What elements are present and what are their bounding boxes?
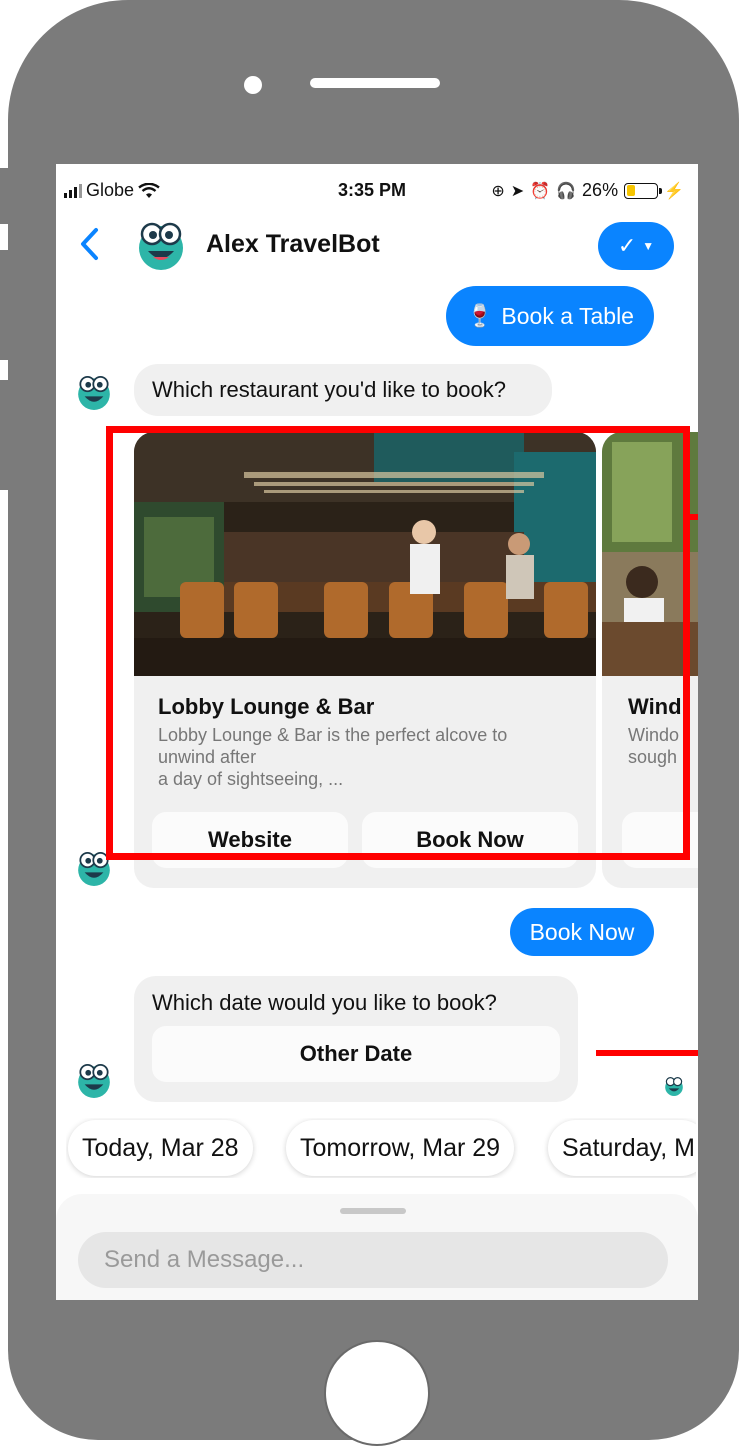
battery-icon (624, 182, 663, 199)
chevron-left-icon (81, 228, 98, 260)
location-icon: ➤ (510, 182, 525, 200)
headphones-icon: 🎧 (556, 182, 577, 200)
bot-avatar-small (78, 1063, 110, 1098)
website-button[interactable]: Website (152, 812, 348, 868)
front-camera (244, 76, 262, 94)
phone-screen: Globe 3:35 PM ⊕ ➤ ⏰ 🎧 26% ⚡ Alex TravelB… (56, 164, 698, 1300)
carrier-name: Globe (86, 180, 135, 200)
quick-replies: Today, Mar 28 Tomorrow, Mar 29 Saturday,… (66, 1118, 696, 1178)
restaurant-description-line-3: a day of sightseeing, ... (158, 769, 344, 789)
restaurant-photo-next (602, 432, 698, 676)
home-button[interactable] (324, 1340, 430, 1446)
status-right-icons: ⊕ ➤ ⏰ 🎧 26% ⚡ (491, 180, 684, 201)
restaurant-description-line-1: Lobby Lounge & Bar is the perfect alcove… (158, 725, 508, 745)
checkmark-menu-button[interactable]: ✓ ▼ (598, 222, 674, 270)
bot-avatar-small (78, 375, 110, 410)
restaurant-card-actions: Website Book Now (152, 812, 578, 868)
message-composer (56, 1194, 698, 1300)
restaurant-name: Lobby Lounge & Bar (158, 694, 375, 719)
earpiece-speaker (310, 78, 440, 88)
chat-header: Alex TravelBot ✓ ▼ (56, 218, 698, 288)
restaurant-card[interactable]: Lobby Lounge & Bar Lobby Lounge & Bar is… (134, 432, 596, 888)
charging-icon: ⚡ (664, 182, 684, 200)
status-bar: Globe 3:35 PM ⊕ ➤ ⏰ 🎧 26% ⚡ (56, 164, 698, 218)
user-message-book-now: Book Now (510, 908, 654, 956)
quick-reply-today[interactable]: Today, Mar 28 (68, 1120, 253, 1176)
carrier-info: Globe (64, 180, 160, 201)
bot-message-which-date: Which date would you like to book? Other… (134, 976, 578, 1102)
bot-avatar (139, 222, 183, 270)
date-question: Which date would you like to book? (152, 990, 497, 1015)
alarm-icon: ⏰ (530, 182, 551, 200)
user-message-text: Book a Table (501, 302, 634, 329)
annotation-pointer-line (690, 514, 698, 520)
restaurant-card-next-body: Wind Windo sough (602, 676, 698, 768)
status-time: 3:35 PM (338, 180, 407, 200)
caret-down-icon: ▼ (642, 239, 655, 253)
restaurant-description-line-2: unwind after (158, 747, 257, 767)
book-now-card-button[interactable]: Book Now (362, 812, 578, 868)
user-message-book-table: 🍷 Book a Table (446, 286, 654, 346)
wine-glass-icon: 🍷 (466, 303, 494, 328)
back-button[interactable] (78, 226, 100, 272)
chat-title: Alex TravelBot (206, 230, 380, 258)
side-button-mute (0, 168, 12, 224)
bot-message-which-restaurant: Which restaurant you'd like to book? (134, 364, 552, 416)
orientation-lock-icon: ⊕ (491, 182, 505, 200)
side-button-volume-up (0, 250, 12, 360)
drawer-handle[interactable] (340, 1208, 406, 1214)
restaurant-name-next: Wind (628, 694, 682, 719)
restaurant-description-next-1: Windo (628, 725, 680, 745)
website-button-next[interactable]: W (622, 812, 698, 868)
signal-icon (64, 183, 82, 198)
other-date-button[interactable]: Other Date (152, 1026, 560, 1082)
checkmark-icon: ✓ (617, 233, 637, 258)
quick-reply-saturday[interactable]: Saturday, M (548, 1120, 696, 1176)
annotation-pointer-line (596, 1050, 698, 1056)
battery-percent: 26% (582, 180, 619, 200)
message-input[interactable] (78, 1232, 668, 1288)
restaurant-photo (134, 432, 596, 676)
side-button-volume-down (0, 380, 12, 490)
restaurant-card-body: Lobby Lounge & Bar Lobby Lounge & Bar is… (134, 676, 596, 790)
restaurant-card-next[interactable]: Wind Windo sough W (602, 432, 698, 888)
wifi-icon (138, 182, 160, 198)
restaurant-description-next-2: sough (628, 747, 678, 767)
bot-avatar-small (78, 851, 110, 886)
read-receipt-avatar (665, 1077, 683, 1096)
quick-reply-tomorrow[interactable]: Tomorrow, Mar 29 (286, 1120, 515, 1176)
